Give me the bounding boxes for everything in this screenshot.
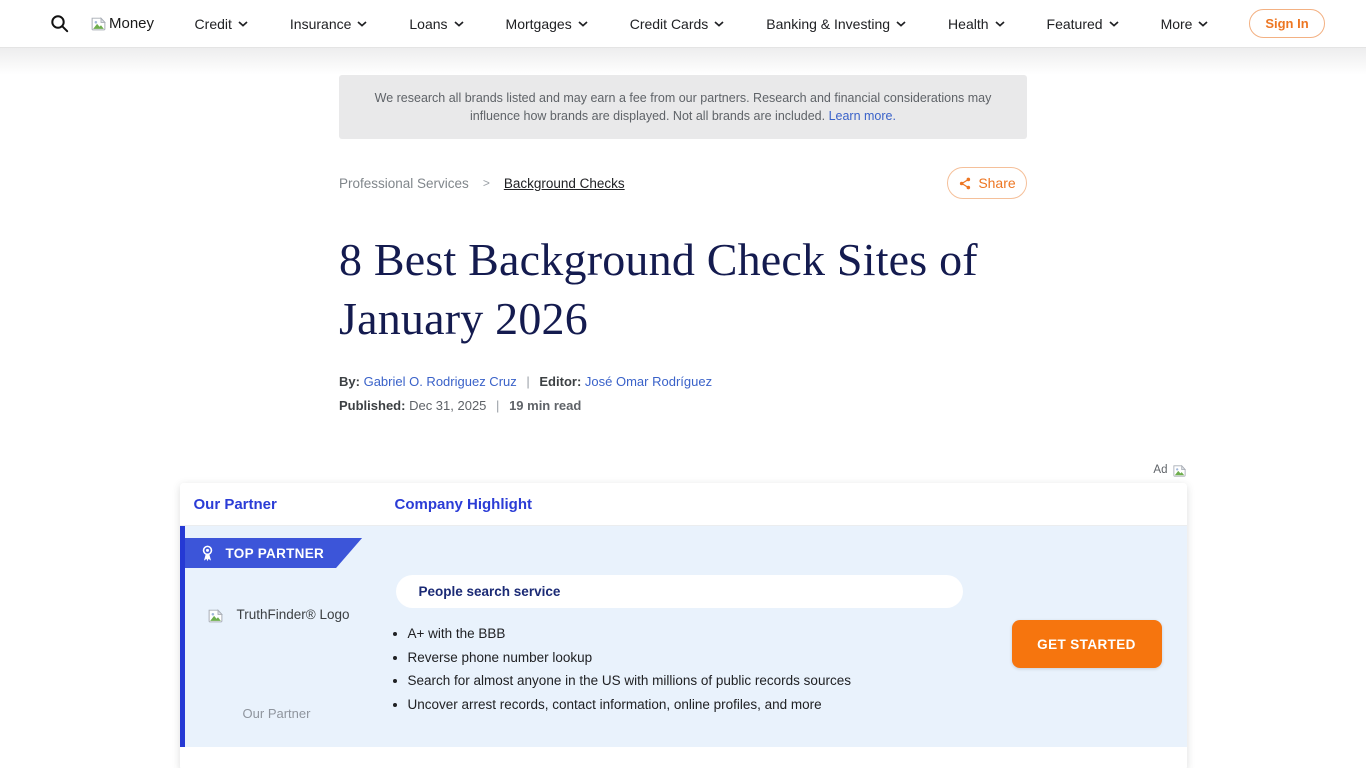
author-link[interactable]: Gabriel O. Rodriguez Cruz bbox=[364, 374, 517, 389]
partner-table-section: Ad Our Partner Company Highlight TOP PAR… bbox=[180, 462, 1187, 768]
page-title: 8 Best Background Check Sites of January… bbox=[339, 230, 1027, 348]
top-partner-badge-label: TOP PARTNER bbox=[226, 546, 325, 561]
chevron-down-icon bbox=[238, 21, 248, 27]
share-icon bbox=[958, 176, 972, 191]
ad-label: Ad bbox=[1153, 464, 1167, 476]
next-partner-row-stub bbox=[180, 747, 1187, 768]
chevron-down-icon bbox=[578, 21, 588, 27]
brand-area: Money bbox=[50, 14, 154, 34]
money-logo-text: Money bbox=[109, 15, 154, 32]
table-header-row: Our Partner Company Highlight bbox=[180, 483, 1187, 526]
learn-more-link[interactable]: Learn more. bbox=[829, 109, 896, 123]
share-label: Share bbox=[978, 175, 1015, 191]
money-logo[interactable]: Money bbox=[90, 15, 154, 32]
chevron-down-icon bbox=[357, 21, 367, 27]
broken-image-icon bbox=[1172, 463, 1187, 478]
nav-item-health[interactable]: Health bbox=[948, 16, 1004, 32]
breadcrumb-separator: > bbox=[483, 176, 490, 190]
byline: By: Gabriel O. Rodriguez Cruz | Editor: … bbox=[339, 374, 1027, 389]
chevron-down-icon bbox=[995, 21, 1005, 27]
chevron-down-icon bbox=[1109, 21, 1119, 27]
disclaimer-box: We research all brands listed and may ea… bbox=[339, 75, 1027, 139]
partner-logo-alt-text: TruthFinder® Logo bbox=[237, 607, 350, 622]
header-shadow bbox=[0, 48, 1366, 75]
broken-image-icon bbox=[90, 15, 107, 32]
nav-item-featured[interactable]: Featured bbox=[1047, 16, 1119, 32]
ad-disclosure: Ad bbox=[180, 462, 1187, 478]
partner-logo[interactable]: TruthFinder® Logo bbox=[207, 607, 350, 624]
chevron-down-icon bbox=[1198, 21, 1208, 27]
byline-separator: | bbox=[526, 374, 529, 389]
editor-link[interactable]: José Omar Rodríguez bbox=[585, 374, 712, 389]
partner-comparison-table: Our Partner Company Highlight TOP PARTNE… bbox=[180, 483, 1187, 768]
published-date: Dec 31, 2025 bbox=[409, 398, 486, 413]
nav-item-loans[interactable]: Loans bbox=[409, 16, 463, 32]
column-header-our-partner: Our Partner bbox=[194, 496, 395, 513]
get-started-button[interactable]: GET STARTED bbox=[1012, 620, 1162, 668]
read-time: 19 min read bbox=[509, 398, 581, 413]
published-separator: | bbox=[496, 398, 499, 413]
published-line: Published: Dec 31, 2025 | 19 min read bbox=[339, 398, 1027, 413]
medal-icon bbox=[198, 544, 217, 563]
nav-item-banking-investing[interactable]: Banking & Investing bbox=[766, 16, 906, 32]
chevron-down-icon bbox=[896, 21, 906, 27]
chevron-down-icon bbox=[454, 21, 464, 27]
published-prefix: Published: bbox=[339, 398, 405, 413]
sign-in-button[interactable]: Sign In bbox=[1249, 9, 1325, 38]
main-nav: Credit Insurance Loans Mortgages Credit … bbox=[195, 16, 1209, 32]
column-header-company-highlight: Company Highlight bbox=[395, 496, 533, 513]
nav-item-credit-cards[interactable]: Credit Cards bbox=[630, 16, 725, 32]
feature-bullet: Uncover arrest records, contact informat… bbox=[408, 697, 851, 712]
broken-image-icon bbox=[207, 607, 224, 624]
share-button[interactable]: Share bbox=[947, 167, 1027, 199]
editor-prefix: Editor: bbox=[539, 374, 581, 389]
search-icon[interactable] bbox=[50, 14, 70, 34]
company-highlight-pill: People search service bbox=[396, 575, 963, 608]
byline-prefix: By: bbox=[339, 374, 360, 389]
partner-caption: Our Partner bbox=[197, 706, 357, 721]
breadcrumb-parent-link[interactable]: Professional Services bbox=[339, 176, 469, 191]
chevron-down-icon bbox=[714, 21, 724, 27]
top-partner-badge: TOP PARTNER bbox=[185, 538, 363, 568]
feature-bullet-list: A+ with the BBB Reverse phone number loo… bbox=[391, 626, 851, 720]
feature-bullet: Search for almost anyone in the US with … bbox=[408, 673, 851, 688]
nav-item-mortgages[interactable]: Mortgages bbox=[506, 16, 588, 32]
nav-item-credit[interactable]: Credit bbox=[195, 16, 248, 32]
feature-bullet: A+ with the BBB bbox=[408, 626, 851, 641]
nav-item-more[interactable]: More bbox=[1161, 16, 1209, 32]
feature-bullet: Reverse phone number lookup bbox=[408, 650, 851, 665]
nav-item-insurance[interactable]: Insurance bbox=[290, 16, 367, 32]
disclaimer-text: We research all brands listed and may ea… bbox=[375, 91, 992, 123]
top-partner-row: TOP PARTNER TruthFinder® Logo Our Partne… bbox=[180, 526, 1187, 747]
article-main: We research all brands listed and may ea… bbox=[0, 75, 1366, 768]
breadcrumb-current-link[interactable]: Background Checks bbox=[504, 176, 625, 191]
top-nav-bar: Money Credit Insurance Loans Mortgages C… bbox=[0, 0, 1366, 48]
breadcrumb: Professional Services > Background Check… bbox=[339, 167, 1027, 199]
